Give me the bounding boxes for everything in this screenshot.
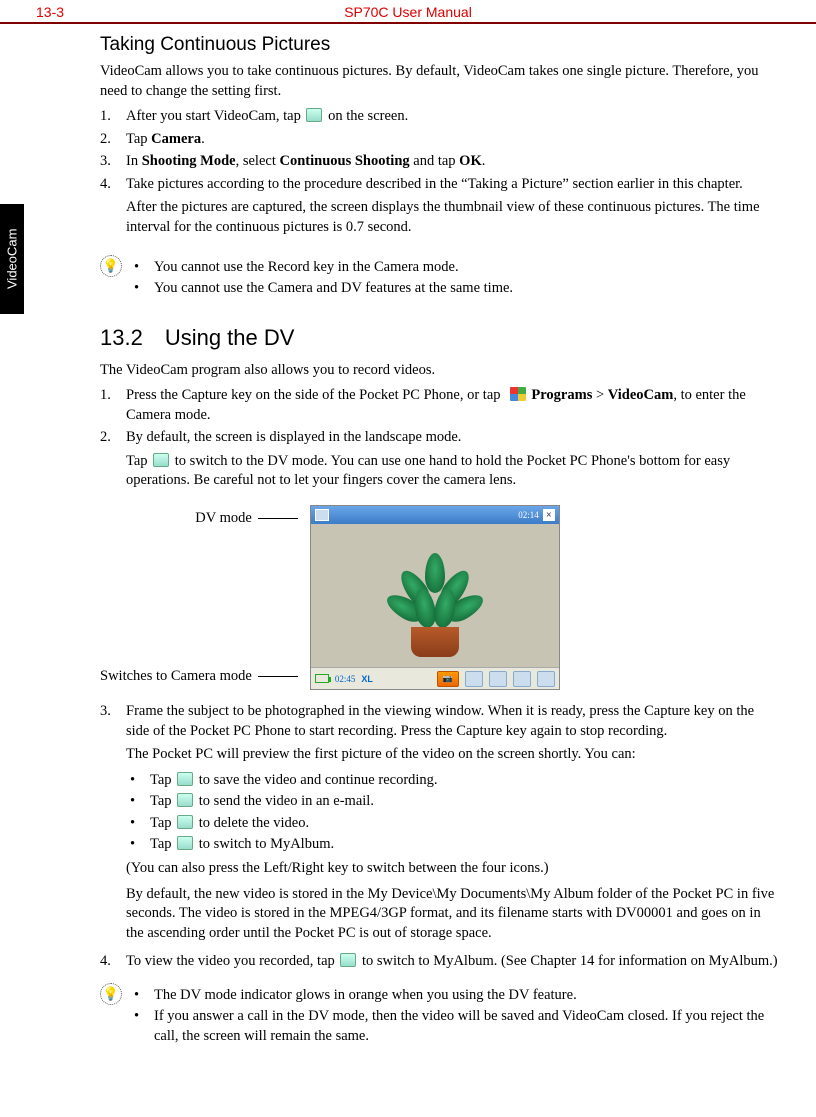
bulb-icon: 💡 (100, 255, 122, 277)
album-icon (177, 836, 193, 850)
intro-text: VideoCam allows you to take continuous p… (100, 62, 780, 101)
step-2: 2. Tap Camera. (100, 130, 780, 150)
step-4: 4. Take pictures according to the proced… (100, 175, 780, 244)
toolbar-icon (489, 671, 507, 687)
screenshot-toolbar: 02:45 XL 📷 (311, 667, 559, 689)
tip-text: If you answer a call in the DV mode, the… (154, 1007, 780, 1046)
callout-dv-mode: DV mode (100, 510, 298, 527)
header-rule (0, 22, 816, 24)
settings-icon (306, 108, 322, 122)
delete-icon (177, 815, 193, 829)
toolbar-icon (537, 671, 555, 687)
screenshot-titlebar: 02:14 × (311, 506, 559, 524)
section-tab-videocam: VideoCam (0, 204, 24, 314)
steps-list-2-cont: 3. Frame the subject to be photographed … (100, 702, 780, 972)
tip-box-1: 💡 •You cannot use the Record key in the … (100, 254, 780, 303)
album-icon (340, 953, 356, 967)
callout-camera-switch: Switches to Camera mode (100, 668, 298, 685)
tip-text: You cannot use the Camera and DV feature… (154, 279, 780, 299)
email-icon (177, 793, 193, 807)
step-3: 3. Frame the subject to be photographed … (100, 702, 780, 949)
bulb-icon: 💡 (100, 983, 122, 1005)
step-2: 2. By default, the screen is displayed i… (100, 428, 780, 497)
zoom-label: XL (361, 674, 373, 684)
intro-text: The VideoCam program also allows you to … (100, 361, 780, 381)
figure-dv-mode: DV mode Switches to Camera mode 02:14 × (100, 505, 780, 690)
steps-list-2: 1. Press the Capture key on the side of … (100, 386, 780, 497)
dv-mode-indicator-icon (315, 509, 329, 521)
step-1: 1. After you start VideoCam, tap on the … (100, 107, 780, 127)
heading-taking-continuous: Taking Continuous Pictures (100, 34, 780, 56)
page-number: 13-3 (36, 4, 64, 20)
dv-icon (153, 453, 169, 467)
viewfinder (311, 524, 559, 667)
step-4: 4. To view the video you recorded, tap t… (100, 952, 780, 972)
tip-text: You cannot use the Record key in the Cam… (154, 258, 780, 278)
tip-box-2: 💡 •The DV mode indicator glows in orange… (100, 982, 780, 1051)
manual-title: SP70C User Manual (0, 4, 816, 20)
toolbar-icon (513, 671, 531, 687)
device-screenshot: 02:14 × (310, 505, 560, 690)
tip-text: The DV mode indicator glows in orange wh… (154, 986, 780, 1006)
steps-list-1: 1. After you start VideoCam, tap on the … (100, 107, 780, 243)
screenshot-time: 02:14 (518, 510, 539, 520)
close-icon: × (543, 509, 555, 521)
camera-mode-icon: 📷 (437, 671, 459, 687)
step-1: 1. Press the Capture key on the side of … (100, 386, 780, 425)
battery-icon (315, 674, 329, 683)
plant-photo (395, 547, 475, 667)
windows-icon (510, 387, 526, 401)
toolbar-icon (465, 671, 483, 687)
save-icon (177, 772, 193, 786)
counter-text: 02:45 (335, 674, 356, 684)
page-header: 13-3 SP70C User Manual (0, 0, 816, 22)
step-3: 3. In Shooting Mode, select Continuous S… (100, 152, 780, 172)
heading-using-dv: 13.2 Using the DV (100, 325, 780, 351)
